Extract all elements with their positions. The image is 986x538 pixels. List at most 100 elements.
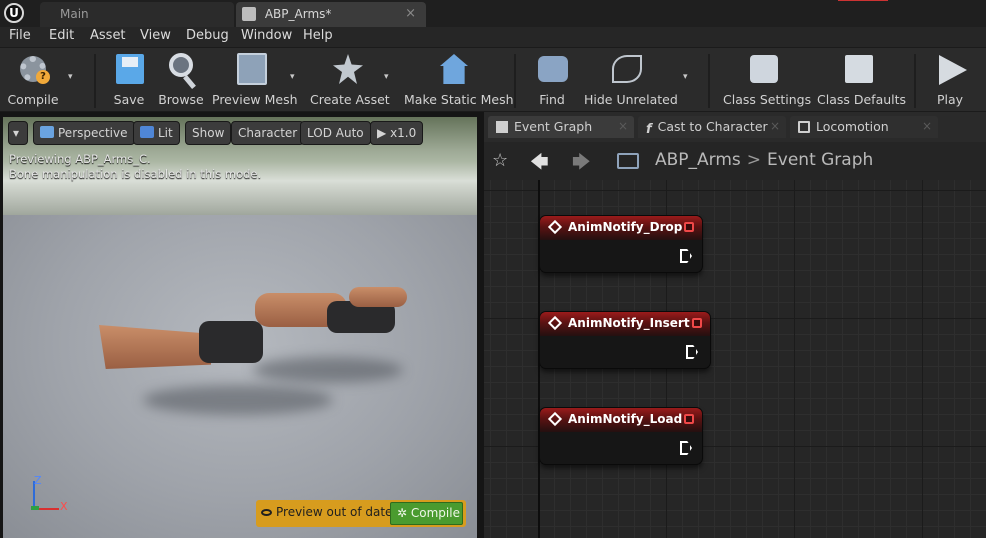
viewport-toolbar: ▾ Perspective Lit Show Character LOD Aut… [3,121,477,145]
anim-notify-insert-node[interactable]: AnimNotify_Insert [540,312,710,368]
make-static-mesh-button[interactable]: Make Static Mesh [404,52,514,110]
preview-mesh-button[interactable]: Preview Mesh [212,52,298,110]
viewport-compile-label: Compile [410,506,460,520]
event-diamond-icon [547,315,563,331]
toolbar-separator [94,54,96,108]
viewport-options-button[interactable]: ▾ [8,121,28,145]
node-title: AnimNotify_Drop [568,220,683,234]
create-asset-caret-icon[interactable]: ▾ [384,72,389,82]
viewport-floor [3,215,477,538]
exec-output-pin-icon[interactable] [686,345,698,359]
preview-mesh-caret-icon[interactable]: ▾ [290,72,295,82]
playback-speed-label: x1.0 [390,126,417,140]
preview-viewport[interactable]: ▾ Perspective Lit Show Character LOD Aut… [3,117,477,538]
right-fingers [349,287,407,307]
axis-z-label: Z [34,474,42,487]
tab-cast-to-character[interactable]: f Cast to Character × [638,116,786,138]
save-disk-icon [112,52,146,88]
lit-sphere-icon [140,126,154,138]
node-header: AnimNotify_Insert [540,312,710,336]
node-title: AnimNotify_Insert [568,316,690,330]
tab-main[interactable]: Main [40,2,234,27]
unreal-logo-icon[interactable]: U [4,3,24,23]
play-button[interactable]: Play [928,52,972,110]
tab-locomotion-label: Locomotion [816,119,889,134]
menu-window[interactable]: Window [241,28,292,43]
left-glove [199,321,263,363]
playback-speed-button[interactable]: ▶ x1.0 [370,121,424,145]
class-settings-button[interactable]: Class Settings [723,52,811,110]
character-button[interactable]: Character [231,121,305,145]
find-button[interactable]: Find [532,52,572,110]
anim-notify-drop-node[interactable]: AnimNotify_Drop [540,216,702,272]
menu-asset[interactable]: Asset [90,28,126,43]
arm-shadow [143,385,333,415]
show-button[interactable]: Show [185,121,232,145]
menu-debug[interactable]: Debug [186,28,229,43]
create-asset-button[interactable]: Create Asset [310,52,390,110]
anim-notify-load-node[interactable]: AnimNotify_Load [540,408,702,464]
preview-out-of-date-text: Preview out of date [261,505,392,519]
browse-button[interactable]: Browse [157,52,205,110]
window-close-highlight [838,0,888,1]
menu-view[interactable]: View [140,28,171,43]
class-settings-gear-icon [746,52,780,88]
tab-abp-arms[interactable]: ABP_Arms* × [236,2,426,27]
viewport-compile-button[interactable]: ✲ Compile [390,502,463,525]
compile-options-caret-icon[interactable]: ▾ [68,72,73,82]
perspective-button[interactable]: Perspective [33,121,135,145]
breadcrumb-current: Event Graph [767,150,874,170]
delegate-pin-icon[interactable] [684,222,694,232]
static-mesh-house-icon [436,52,470,88]
hide-unrelated-button[interactable]: Hide Unrelated [584,52,678,110]
class-defaults-button[interactable]: Class Defaults [817,52,906,110]
exec-output-pin-icon[interactable] [680,249,692,263]
viewport-info-line-1: Previewing ABP_Arms_C. [9,152,151,166]
viewport-info-line-2: Bone manipulation is disabled in this mo… [9,167,262,181]
compile-button[interactable]: ? Compile [6,52,60,110]
delegate-pin-icon[interactable] [692,318,702,328]
delegate-pin-icon[interactable] [684,414,694,424]
function-icon: f [646,122,652,137]
breadcrumb-separator: > [746,150,762,170]
toolbar-separator [708,54,710,108]
tab-event-graph[interactable]: Event Graph × [488,116,634,138]
breadcrumb-root[interactable]: ABP_Arms [655,150,741,170]
node-header: AnimNotify_Drop [540,216,702,240]
anim-blueprint-icon [242,7,256,21]
lit-label: Lit [158,126,173,140]
lod-button[interactable]: LOD Auto [300,121,371,145]
hide-unrelated-caret-icon[interactable]: ▾ [683,72,688,82]
menu-edit[interactable]: Edit [49,28,74,43]
toolbar-separator [914,54,916,108]
state-machine-icon [798,121,810,133]
graph-panel: Event Graph × f Cast to Character × Locom… [484,112,986,538]
save-button[interactable]: Save [105,52,153,110]
graph-breadcrumb-bar: ☆ 🡄 🡆 ABP_Arms > Event Graph [484,142,986,180]
preview-mesh-label: Preview Mesh [212,92,298,107]
lit-button[interactable]: Lit [133,121,180,145]
graph-hierarchy-icon[interactable] [617,153,639,169]
eye-icon [261,509,272,516]
tab-main-label: Main [60,7,89,21]
tab-abp-arms-label: ABP_Arms* [264,7,332,21]
menu-help[interactable]: Help [303,28,333,43]
magnifier-icon [164,52,198,88]
favorite-star-icon[interactable]: ☆ [492,150,508,171]
forward-arrow-icon[interactable]: 🡆 [572,150,591,180]
back-arrow-icon[interactable]: 🡄 [530,150,549,180]
close-icon[interactable]: × [618,116,628,137]
tab-locomotion[interactable]: Locomotion × [790,116,938,138]
play-icon [933,52,967,88]
exec-output-pin-icon[interactable] [680,441,692,455]
close-icon[interactable]: × [405,2,416,26]
class-defaults-checklist-icon [841,52,875,88]
event-graph-canvas[interactable]: AnimNotify_Drop AnimNotify_Insert AnimNo… [484,180,986,538]
toolbar-separator [514,54,516,108]
close-icon[interactable]: × [922,116,932,137]
menu-file[interactable]: File [9,28,31,43]
browse-label: Browse [158,92,204,107]
close-icon[interactable]: × [770,116,780,137]
toolbar: ? Compile ▾ Save Browse Preview Mesh ▾ C… [0,47,986,112]
node-header: AnimNotify_Load [540,408,702,432]
